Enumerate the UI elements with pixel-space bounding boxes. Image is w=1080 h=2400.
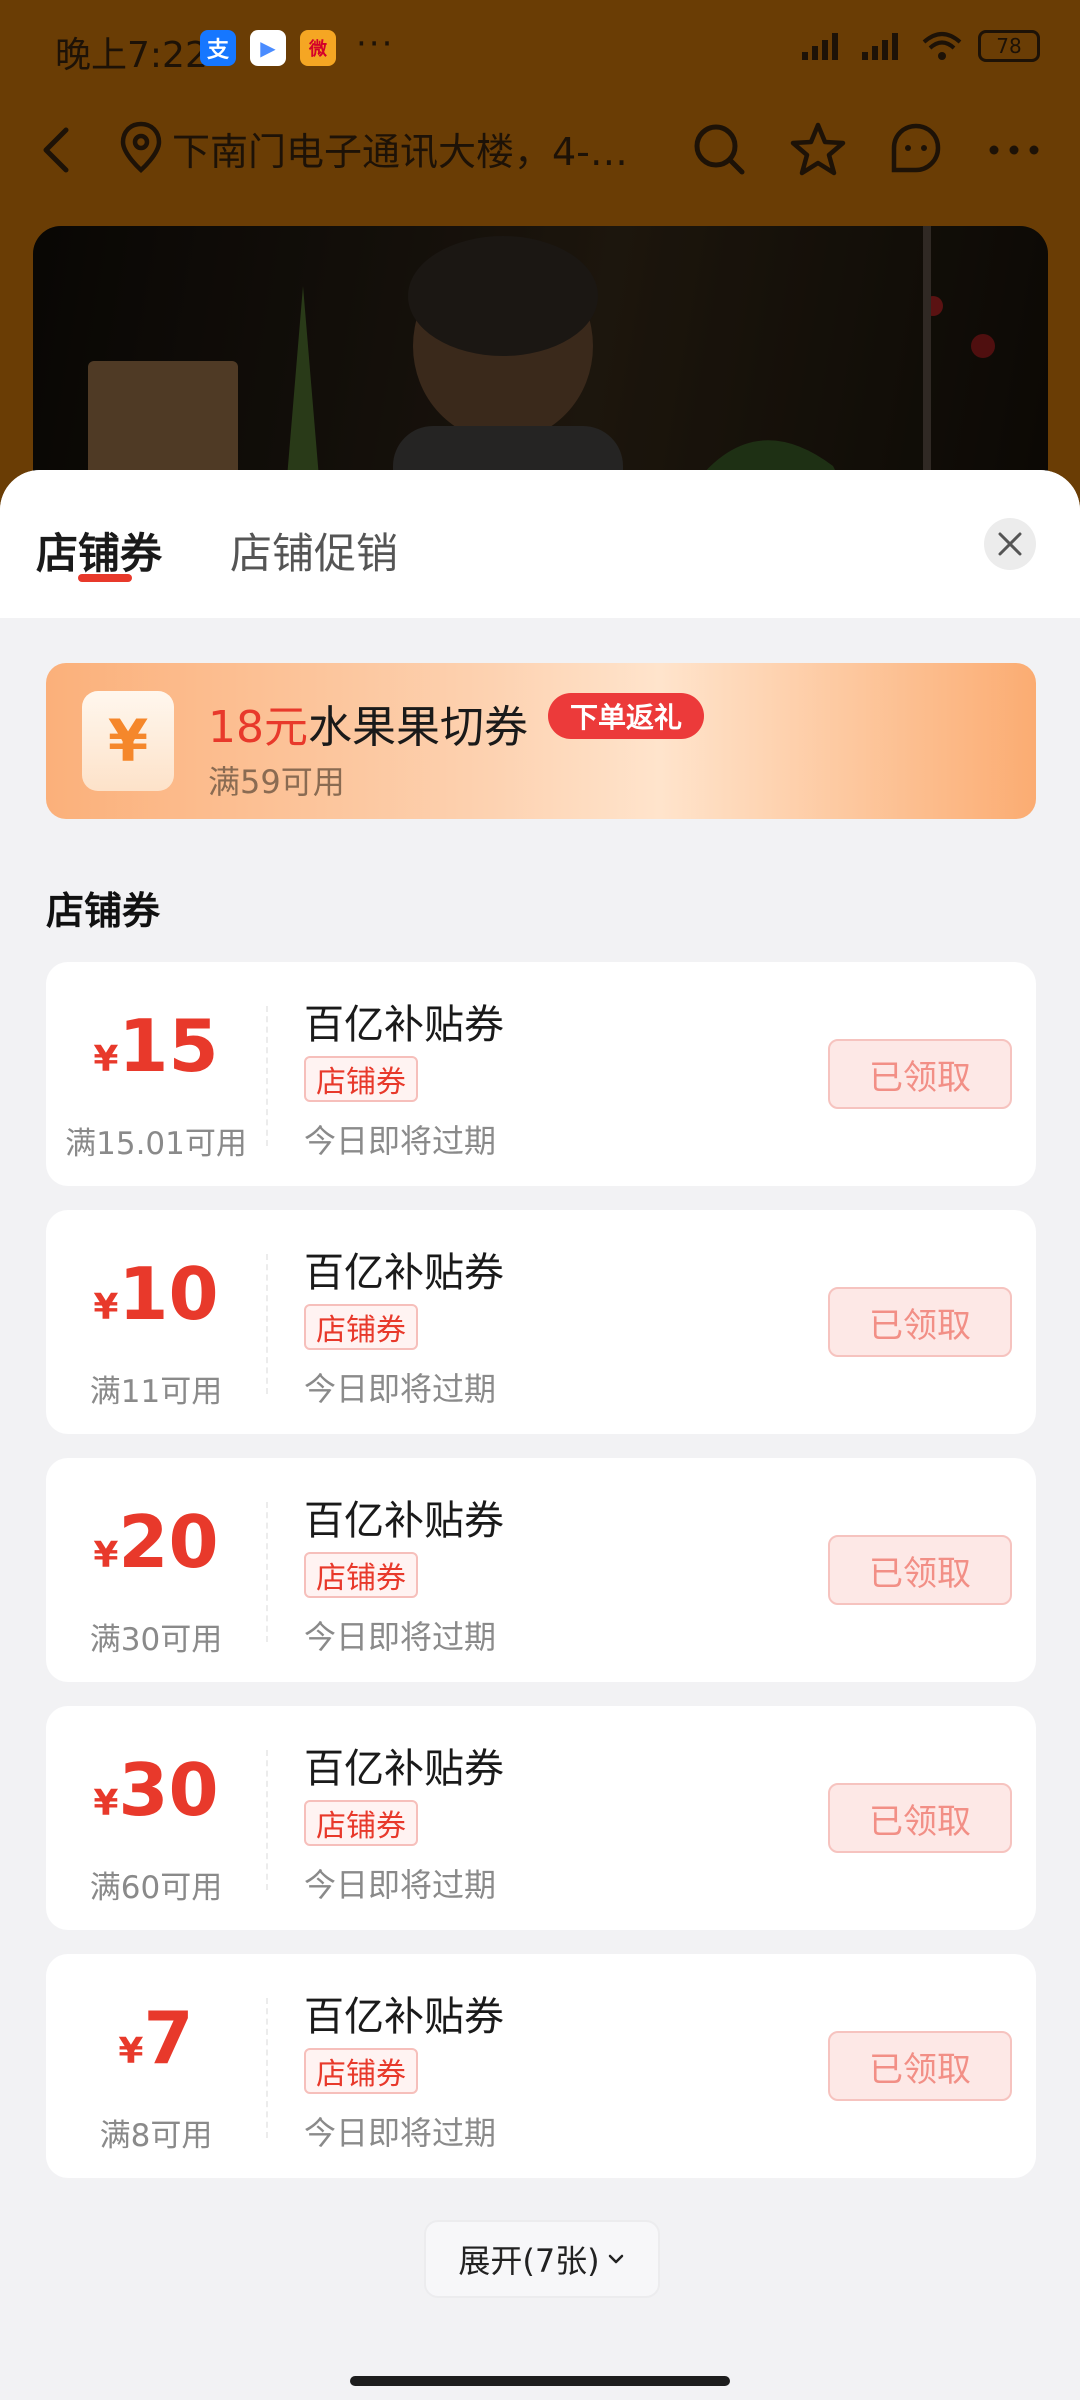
coupon-divider xyxy=(266,1502,268,1642)
coupon-condition: 满11可用 xyxy=(89,1374,223,1410)
tab-store-coupons[interactable]: 店铺券 xyxy=(36,520,162,581)
coupon-divider xyxy=(266,1006,268,1146)
promo-condition: 满59可用 xyxy=(208,763,345,801)
coupon-value-area: ¥10 满11可用 xyxy=(46,1210,266,1434)
close-icon xyxy=(998,532,1022,556)
promo-name: 水果果切券 xyxy=(308,702,528,753)
status-bar: 晚上7:22 支 ▶ 微 ··· 78 xyxy=(0,0,1080,100)
active-tab-indicator xyxy=(78,574,132,582)
fruit-coupon-promo[interactable]: ¥ 18元水果果切券 下单返礼 满59可用 xyxy=(46,663,1036,819)
coupon-value: ¥15 xyxy=(93,1004,219,1088)
signal-icon xyxy=(802,33,838,60)
coupon-name: 百亿补贴券 xyxy=(304,1002,504,1048)
coupon-card: ¥30 满60可用 百亿补贴券 店铺券 今日即将过期 已领取 xyxy=(46,1706,1036,1930)
status-time: 晚上7:22 xyxy=(55,35,208,76)
coupon-divider xyxy=(266,1254,268,1394)
coupon-sheet: 店铺券 店铺促销 ¥ 18元水果果切券 下单返礼 满59可用 店铺券 ¥15 满… xyxy=(0,470,1080,2400)
claimed-button[interactable]: 已领取 xyxy=(828,1287,1012,1357)
coupon-value: ¥10 xyxy=(93,1252,219,1336)
close-button[interactable] xyxy=(984,518,1036,570)
nav-actions xyxy=(690,120,1044,180)
coupon-expire: 今日即将过期 xyxy=(304,1370,497,1408)
promo-title: 18元水果果切券 xyxy=(208,691,528,755)
status-more-dots: ··· xyxy=(356,24,395,64)
coupon-card: ¥15 满15.01可用 百亿补贴券 店铺券 今日即将过期 已领取 xyxy=(46,962,1036,1186)
coupon-tag: 店铺券 xyxy=(304,1304,418,1350)
status-right-icons: 78 xyxy=(800,30,1040,62)
wifi-icon xyxy=(922,32,962,60)
signal-icon xyxy=(862,33,898,60)
top-nav: 下南门电子通讯大楼，4-… xyxy=(0,110,1080,190)
claimed-button[interactable]: 已领取 xyxy=(828,1783,1012,1853)
claimed-button[interactable]: 已领取 xyxy=(828,1535,1012,1605)
location-selector[interactable]: 下南门电子通讯大楼，4-… xyxy=(118,120,712,176)
coupon-expire: 今日即将过期 xyxy=(304,1866,497,1904)
coupon-yen-icon: ¥ xyxy=(82,691,174,791)
claimed-button[interactable]: 已领取 xyxy=(828,2031,1012,2101)
coupon-tag: 店铺券 xyxy=(304,1552,418,1598)
more-icon[interactable] xyxy=(984,120,1044,180)
coupon-divider xyxy=(266,1998,268,2138)
promo-amount: 18元 xyxy=(208,702,308,753)
coupon-value: ¥7 xyxy=(118,1996,194,2080)
coupon-expire: 今日即将过期 xyxy=(304,2114,497,2152)
coupon-condition: 满60可用 xyxy=(89,1870,223,1906)
coupon-card: ¥10 满11可用 百亿补贴券 店铺券 今日即将过期 已领取 xyxy=(46,1210,1036,1434)
coupon-value: ¥30 xyxy=(93,1748,219,1832)
coupon-condition: 满30可用 xyxy=(89,1622,223,1658)
coupon-tag: 店铺券 xyxy=(304,1056,418,1102)
coupon-expire: 今日即将过期 xyxy=(304,1122,497,1160)
coupon-tag: 店铺券 xyxy=(304,1800,418,1846)
location-pin-icon xyxy=(120,121,162,174)
coupon-divider xyxy=(266,1750,268,1890)
coupon-condition: 满8可用 xyxy=(99,2118,213,2154)
star-icon[interactable] xyxy=(788,120,848,180)
location-text: 下南门电子通讯大楼，4-… xyxy=(172,129,628,174)
coupon-value-area: ¥15 满15.01可用 xyxy=(46,962,266,1186)
coupon-value: ¥20 xyxy=(93,1500,219,1584)
expand-button[interactable]: 展开(7张) xyxy=(424,2220,660,2298)
coupon-expire: 今日即将过期 xyxy=(304,1618,497,1656)
section-title: 店铺券 xyxy=(46,889,161,933)
back-icon[interactable] xyxy=(36,120,76,184)
coupon-card: ¥7 满8可用 百亿补贴券 店铺券 今日即将过期 已领取 xyxy=(46,1954,1036,2178)
tab-store-promotions[interactable]: 店铺促销 xyxy=(230,520,398,581)
coupon-name: 百亿补贴券 xyxy=(304,1250,504,1296)
alipay-icon: 支 xyxy=(200,30,236,66)
coupon-value-area: ¥7 满8可用 xyxy=(46,1954,266,2178)
customer-service-icon[interactable] xyxy=(886,120,946,180)
coupon-condition: 满15.01可用 xyxy=(65,1126,247,1162)
status-app-icons: 支 ▶ 微 xyxy=(200,30,336,66)
coupon-value-area: ¥20 满30可用 xyxy=(46,1458,266,1682)
coupon-value-area: ¥30 满60可用 xyxy=(46,1706,266,1930)
coupon-tag: 店铺券 xyxy=(304,2048,418,2094)
coupon-name: 百亿补贴券 xyxy=(304,1994,504,2040)
chevron-down-icon xyxy=(608,2254,623,2264)
coupon-card: ¥20 满30可用 百亿补贴券 店铺券 今日即将过期 已领取 xyxy=(46,1458,1036,1682)
weibo-icon: 微 xyxy=(300,30,336,66)
promo-badge: 下单返礼 xyxy=(548,693,705,739)
coupon-name: 百亿补贴券 xyxy=(304,1746,504,1792)
video-app-icon: ▶ xyxy=(250,30,286,66)
search-icon[interactable] xyxy=(690,120,750,180)
battery-indicator: 78 xyxy=(978,30,1040,62)
claimed-button[interactable]: 已领取 xyxy=(828,1039,1012,1109)
home-indicator[interactable] xyxy=(350,2376,730,2386)
sheet-header: 店铺券 店铺促销 xyxy=(0,470,1080,618)
expand-label: 展开(7张) xyxy=(458,2242,600,2280)
coupon-name: 百亿补贴券 xyxy=(304,1498,504,1544)
